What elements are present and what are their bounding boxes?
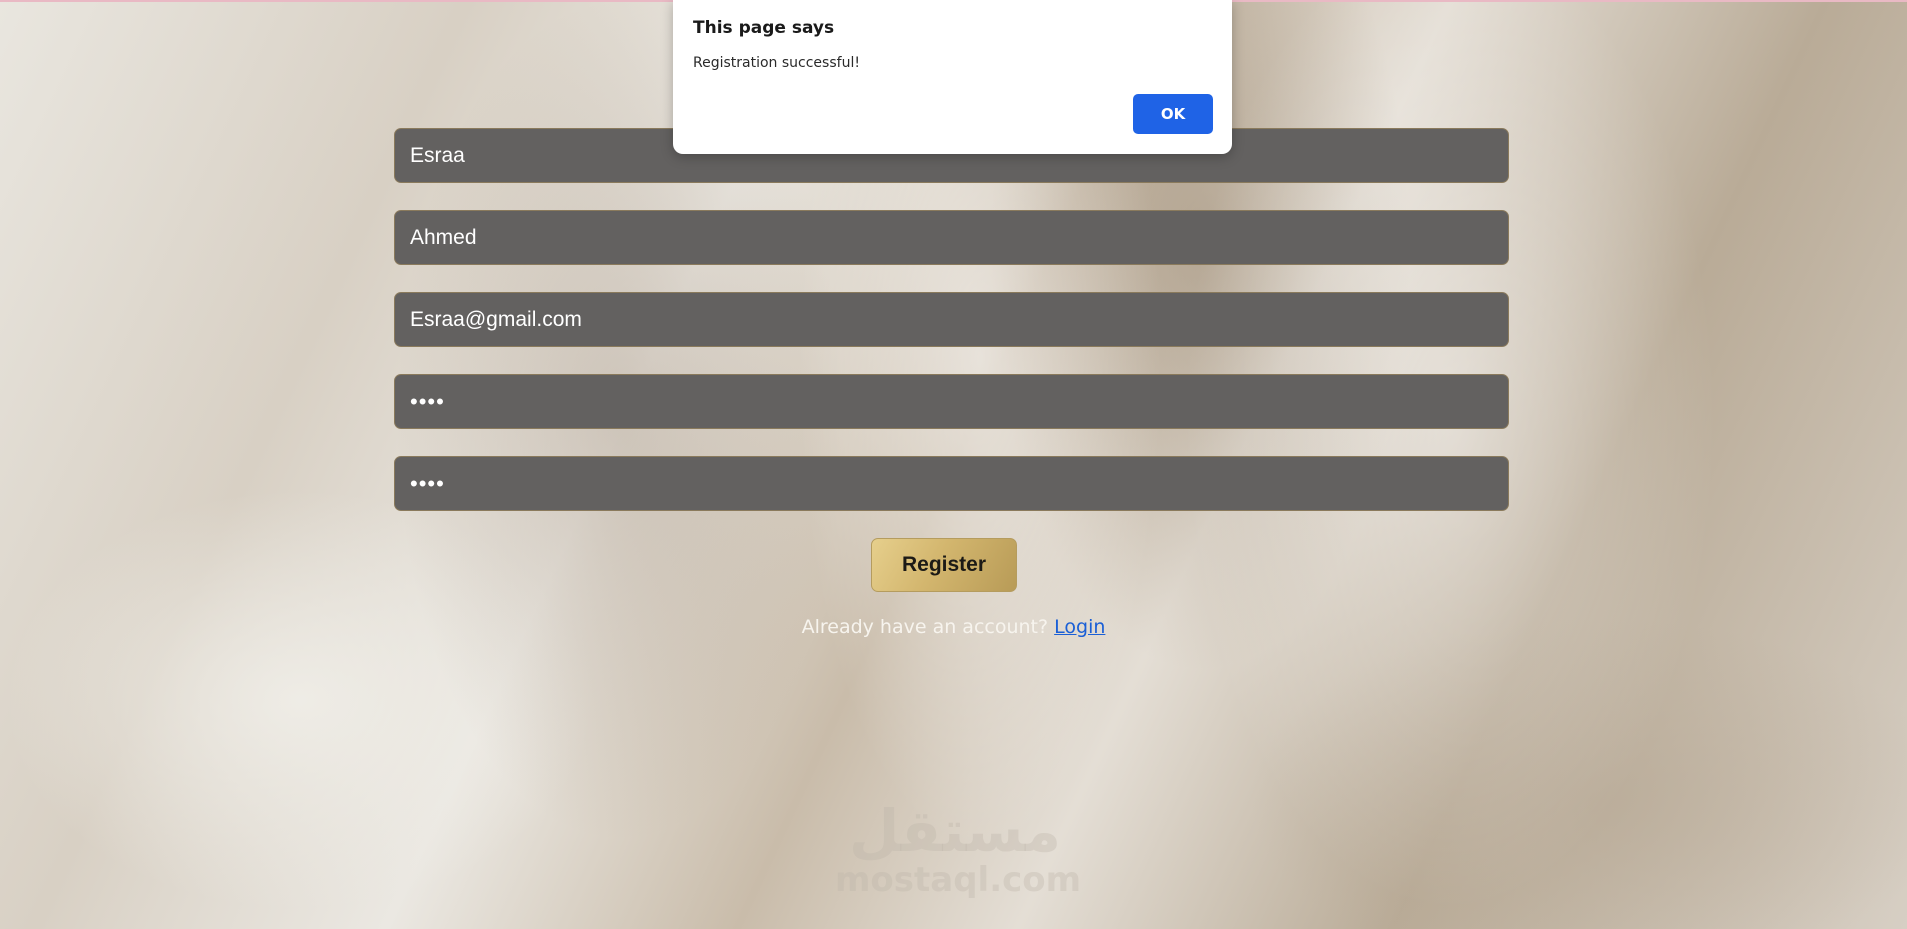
dialog-ok-button[interactable]: OK [1133, 94, 1213, 134]
login-prompt-text: Already have an account? [801, 616, 1049, 638]
confirm-password-value: •••• [410, 470, 445, 496]
dialog-title: This page says [693, 18, 835, 38]
dialog-message: Registration successful! [693, 55, 860, 71]
mostaql-watermark: مستقل mostaql.com [835, 797, 1082, 910]
email-input[interactable]: Esraa@gmail.com [394, 292, 1509, 347]
alert-dialog: This page says Registration successful! … [673, 0, 1232, 154]
last-name-value: Ahmed [410, 225, 477, 249]
password-value: •••• [410, 388, 445, 414]
password-input[interactable]: •••• [394, 374, 1509, 429]
login-link[interactable]: Login [1054, 616, 1105, 638]
registration-page: Esraa Ahmed Esraa@gmail.com •••• •••• Re… [0, 0, 1907, 929]
email-value: Esraa@gmail.com [410, 307, 582, 331]
register-button[interactable]: Register [871, 538, 1017, 592]
watermark-latin: mostaql.com [835, 860, 1082, 900]
confirm-password-input[interactable]: •••• [394, 456, 1509, 511]
watermark-arabic: مستقل [848, 797, 1062, 865]
last-name-input[interactable]: Ahmed [394, 210, 1509, 265]
login-prompt-line: Already have an account? Login [0, 616, 1907, 638]
first-name-value: Esraa [410, 143, 465, 167]
